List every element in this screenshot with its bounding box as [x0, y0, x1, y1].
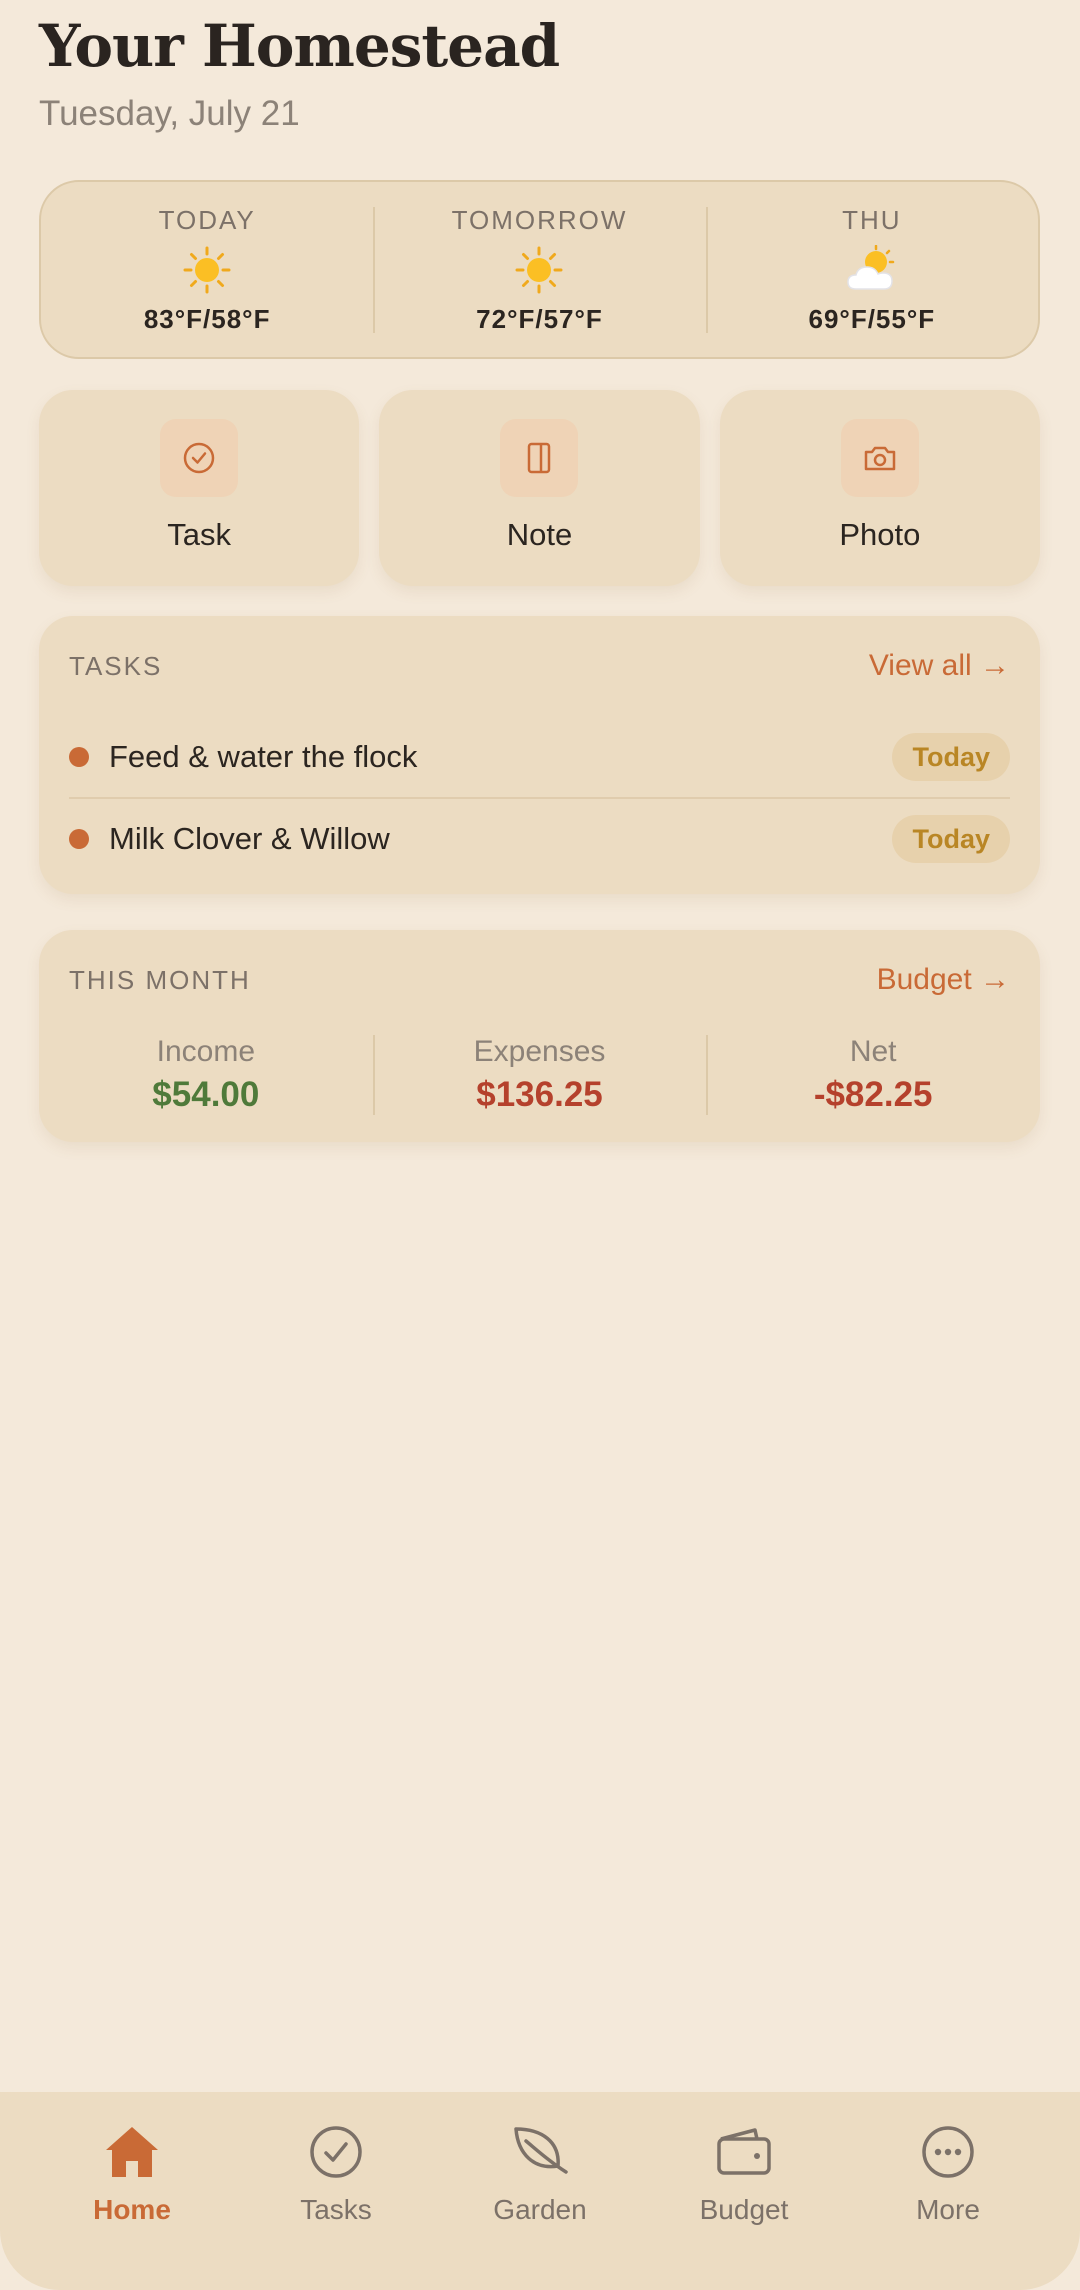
current-date: Tuesday, July 21 — [39, 94, 300, 133]
action-label: Task — [167, 517, 232, 552]
nav-label: Tasks — [300, 2194, 372, 2225]
stat-value: $136.25 — [476, 1075, 603, 1114]
weather-day-today: TODAY 83°F/58°F — [41, 205, 373, 335]
stat-label: Income — [156, 1035, 256, 1068]
bottom-nav: Home Tasks Garden Budget More — [0, 2092, 1080, 2290]
camera-icon — [840, 419, 919, 497]
stat-label: Expenses — [473, 1035, 606, 1068]
task-item[interactable]: Feed & water the flock Today — [69, 716, 1010, 797]
action-label: Photo — [839, 517, 921, 552]
notebook-icon — [500, 419, 579, 497]
stat-label: Net — [849, 1035, 897, 1068]
task-item[interactable]: Milk Clover & Willow Today — [69, 797, 1010, 878]
add-task-button[interactable]: Task — [39, 390, 360, 586]
weather-day-tomorrow: TOMORROW 72°F/57°F — [373, 205, 705, 335]
add-note-button[interactable]: Note — [379, 390, 700, 586]
weather-day-label: TOMORROW — [451, 204, 628, 235]
sun-behind-cloud-icon — [844, 244, 900, 295]
nav-label: Budget — [699, 2194, 789, 2225]
sun-icon — [182, 245, 232, 295]
sun-icon — [514, 245, 564, 295]
tasks-heading: TASKS — [69, 650, 163, 681]
home-icon — [102, 2120, 162, 2184]
task-title: Milk Clover & Willow — [109, 820, 390, 856]
nav-more[interactable]: More — [846, 2092, 1050, 2290]
net-stat: Net -$82.25 — [706, 1035, 1040, 1115]
weather-temp: 83°F/58°F — [143, 303, 271, 334]
nav-budget[interactable]: Budget — [642, 2092, 846, 2290]
add-photo-button[interactable]: Photo — [719, 390, 1040, 586]
page-title: Your Homestead — [39, 12, 560, 80]
header: Your Homestead Tuesday, July 21 — [39, 10, 560, 134]
nav-label: Garden — [493, 2194, 587, 2225]
view-all-tasks-link[interactable]: View all → — [869, 649, 1010, 683]
check-circle-icon — [160, 419, 239, 497]
nav-label: Home — [93, 2194, 171, 2225]
wallet-icon — [715, 2120, 773, 2184]
task-title: Feed & water the flock — [109, 738, 418, 774]
weather-day-thu: THU 69°F/55°F — [705, 204, 1038, 335]
leaf-icon — [512, 2120, 568, 2184]
tasks-card: TASKS View all → Feed & water the flock … — [39, 616, 1040, 894]
weather-temp: 72°F/57°F — [476, 303, 603, 334]
check-circle-icon — [308, 2120, 364, 2184]
nav-tasks[interactable]: Tasks — [234, 2092, 438, 2290]
action-label: Note — [506, 517, 573, 552]
budget-link[interactable]: Budget → — [877, 963, 1010, 997]
nav-garden[interactable]: Garden — [438, 2092, 642, 2290]
stat-value: -$82.25 — [813, 1075, 933, 1114]
stat-value: $54.00 — [152, 1075, 260, 1114]
weather-day-label: THU — [842, 204, 902, 235]
task-bullet — [69, 828, 89, 849]
this-month-card: THIS MONTH Budget → Income $54.00 Expens… — [39, 930, 1040, 1142]
task-bullet — [69, 746, 89, 767]
weather-forecast: TODAY 83°F/58°F TOMORROW 72°F/57°F THU 6… — [39, 180, 1040, 359]
weather-temp: 69°F/55°F — [808, 303, 936, 334]
weather-day-label: TODAY — [158, 204, 256, 235]
due-badge: Today — [892, 732, 1010, 781]
nav-home[interactable]: Home — [30, 2092, 234, 2290]
income-stat: Income $54.00 — [39, 1035, 373, 1115]
more-icon — [920, 2120, 976, 2184]
month-heading: THIS MONTH — [69, 964, 251, 995]
nav-label: More — [916, 2194, 980, 2225]
due-badge: Today — [892, 814, 1010, 863]
expenses-stat: Expenses $136.25 — [372, 1035, 707, 1115]
quick-actions: Task Note Photo — [39, 390, 1040, 586]
